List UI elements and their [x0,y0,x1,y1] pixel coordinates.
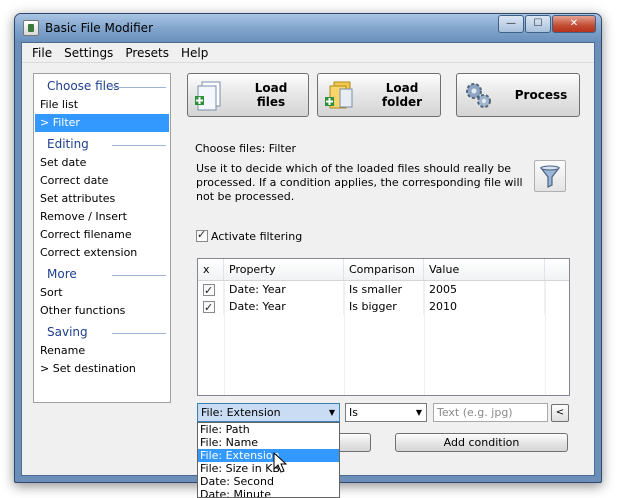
add-condition-button[interactable]: Add condition [395,433,568,452]
menu-settings[interactable]: Settings [58,43,119,62]
menu-file[interactable]: File [26,43,58,62]
row-checkbox[interactable] [203,282,215,299]
sidebar-item-remove-insert[interactable]: Remove / Insert [34,208,170,226]
window-controls: — ☐ ✕ [497,15,596,33]
panel-description: Use it to decide which of the loaded fil… [196,162,523,203]
grid-line [344,281,345,395]
chevron-down-icon: ▼ [328,408,335,417]
col-value[interactable]: Value [424,259,545,280]
row-value: 2010 [424,298,545,315]
property-select-value: File: Extension [201,406,281,419]
comparison-select[interactable]: Is ▼ [345,403,427,422]
row-checkbox-cell[interactable] [198,281,224,299]
load-files-button[interactable]: Load files [187,73,309,117]
sidebar-heading-saving: Saving [34,320,170,342]
app-icon [23,20,39,36]
menu-bar: File Settings Presets Help [22,43,594,63]
comparison-select-value: Is [349,406,358,419]
sidebar-item-sort[interactable]: Sort [34,284,170,302]
maximize-button[interactable]: ☐ [525,15,551,33]
sidebar: Choose files File list > Filter Editing … [33,73,171,403]
col-property[interactable]: Property [224,259,344,280]
chevron-down-icon: ▼ [415,408,422,417]
col-x[interactable]: x [198,259,224,280]
row-checkbox-cell[interactable] [198,298,224,316]
sidebar-heading-choose-files: Choose files [34,74,170,96]
row-comparison: Is bigger [344,298,424,315]
property-select[interactable]: File: Extension ▼ [197,403,340,422]
row-checkbox[interactable] [203,299,215,316]
table-row[interactable]: Date: Year Is bigger 2010 [198,298,569,316]
sidebar-item-set-attributes[interactable]: Set attributes [34,190,170,208]
dropdown-option-name[interactable]: File: Name [198,436,339,449]
process-button[interactable]: Process [456,73,580,117]
grid-line [545,281,546,395]
sidebar-item-set-date[interactable]: Set date [34,154,170,172]
conditions-table: x Property Comparison Value Date: Year I… [197,258,570,396]
grid-line [424,281,425,395]
load-folder-icon [325,81,353,109]
sidebar-heading-more: More [34,262,170,284]
table-row[interactable]: Date: Year Is smaller 2005 [198,281,569,299]
sidebar-heading-editing: Editing [34,132,170,154]
row-property: Date: Year [224,281,344,298]
load-folder-label: Load folder [381,81,423,109]
sidebar-item-correct-filename[interactable]: Correct filename [34,226,170,244]
activate-filtering-checkbox[interactable] [196,228,208,242]
mouse-cursor-icon [273,452,287,473]
sidebar-item-rename[interactable]: Rename [34,342,170,360]
process-label: Process [514,88,568,102]
activate-filtering-label: Activate filtering [211,229,303,243]
close-button[interactable]: ✕ [552,15,596,33]
dropdown-option-size[interactable]: File: Size in KB [198,462,339,475]
minimize-button[interactable]: — [498,15,524,33]
filter-icon [534,160,566,192]
sidebar-item-other-functions[interactable]: Other functions [34,302,170,320]
title-bar[interactable]: Basic File Modifier — ☐ ✕ [15,14,601,42]
sidebar-item-correct-extension[interactable]: Correct extension [34,244,170,262]
row-comparison: Is smaller [344,281,424,298]
insert-button[interactable]: < [551,404,569,422]
load-files-icon [195,81,221,111]
dropdown-option-path[interactable]: File: Path [198,423,339,436]
menu-presets[interactable]: Presets [119,43,175,62]
dropdown-option-second[interactable]: Date: Second [198,475,339,488]
dropdown-option-extension[interactable]: File: Extension [198,449,339,462]
row-value: 2005 [424,281,545,298]
dropdown-option-minute[interactable]: Date: Minute [198,488,339,497]
col-empty [545,259,569,280]
sidebar-item-set-destination[interactable]: > Set destination [34,360,170,378]
window-title: Basic File Modifier [45,21,153,35]
sidebar-item-correct-date[interactable]: Correct date [34,172,170,190]
activate-filtering[interactable]: Activate filtering [196,228,303,243]
grid-line [224,281,225,395]
sidebar-item-filter[interactable]: > Filter [35,114,169,132]
row-property: Date: Year [224,298,344,315]
property-dropdown-list: File: Path File: Name File: Extension Fi… [197,422,340,498]
sidebar-item-file-list[interactable]: File list [34,96,170,114]
load-folder-button[interactable]: Load folder [317,73,441,117]
panel-title: Choose files: Filter [195,142,297,155]
gears-icon [466,83,491,108]
col-comparison[interactable]: Comparison [344,259,424,280]
load-files-label: Load files [254,81,288,109]
table-header: x Property Comparison Value [198,259,569,281]
menu-help[interactable]: Help [175,43,214,62]
value-input[interactable]: Text (e.g. jpg) [433,403,548,422]
